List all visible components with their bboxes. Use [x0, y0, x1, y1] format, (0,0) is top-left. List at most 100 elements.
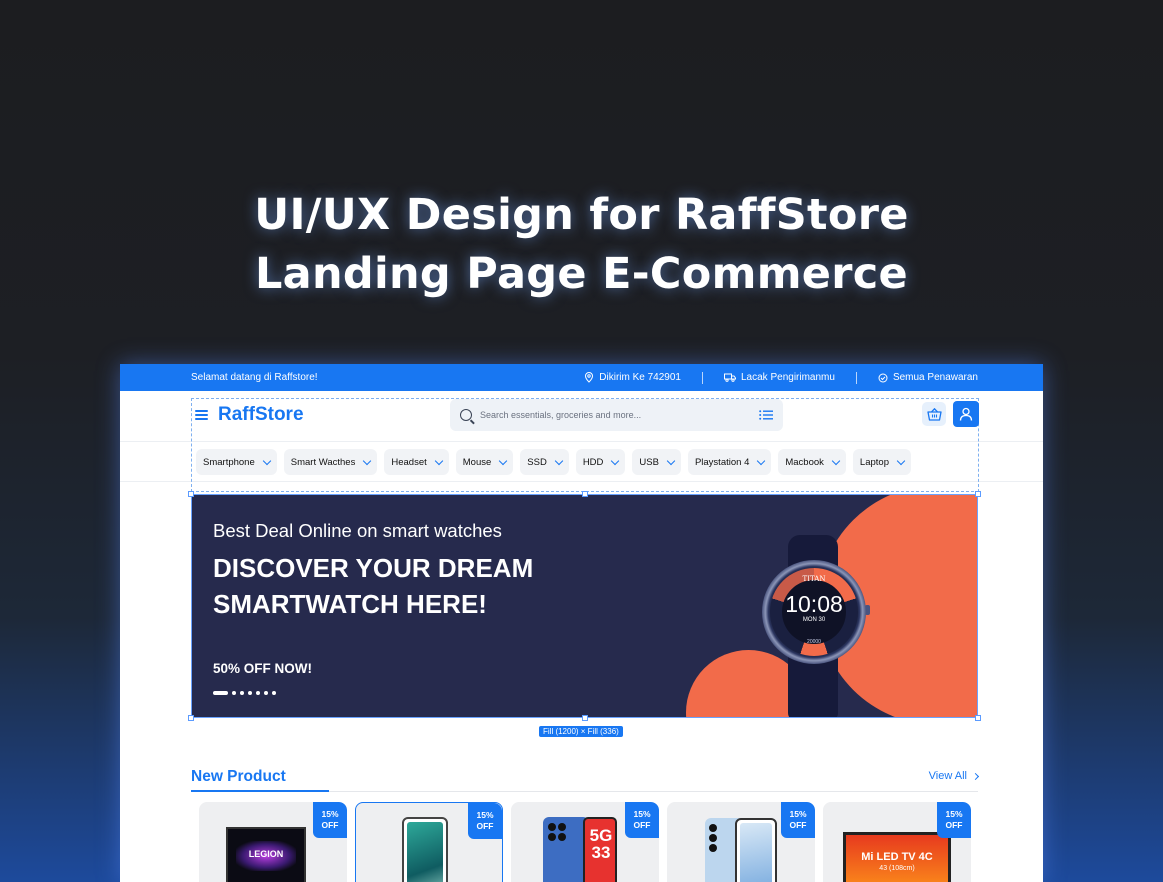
- carousel-dot[interactable]: [264, 691, 268, 695]
- discount-badge: 15% OFF: [313, 802, 347, 838]
- category-label: SSD: [527, 456, 547, 468]
- carousel-dot[interactable]: [248, 691, 252, 695]
- carousel-dot[interactable]: [272, 691, 276, 695]
- category-label: Smartphone: [203, 456, 255, 468]
- discount-badge: 15% OFF: [625, 802, 659, 838]
- product-card[interactable]: Mi LED TV 4C 43 (108cm) 15% OFF: [823, 802, 971, 882]
- watch-time-text: 10:08: [785, 591, 843, 617]
- product-card[interactable]: 15% OFF: [355, 802, 503, 882]
- discount-badge: 15% OFF: [937, 802, 971, 838]
- menu-icon[interactable]: [195, 410, 208, 420]
- category-label: Playstation 4: [694, 456, 750, 468]
- category-label: HDD: [582, 456, 604, 468]
- selection-size-label: Fill (1200) × Fill (336): [539, 726, 623, 737]
- carousel-dot[interactable]: [213, 691, 228, 695]
- brand-logo[interactable]: RaffStore: [218, 404, 304, 426]
- new-product-header: New Product View All: [191, 767, 980, 793]
- watch-brand-text: TITAN: [802, 575, 826, 583]
- category-chip[interactable]: USB: [632, 449, 681, 475]
- section-title-underline: [191, 790, 329, 792]
- banner-offer: 50% OFF NOW!: [213, 661, 313, 676]
- product-list: LEGION 15% OFF 15% OFF 5G 33 15% OFF 15%…: [199, 802, 971, 882]
- hero-title-line1: UI/UX Design for RaffStore: [254, 190, 909, 240]
- watch-steps-text: 20000: [807, 639, 821, 645]
- list-icon[interactable]: [759, 410, 773, 420]
- product-image-text: 5G 33: [589, 826, 613, 862]
- category-chip[interactable]: Playstation 4: [687, 449, 772, 475]
- top-bar: Selamat datang di Raffstore! Dikirim Ke …: [120, 364, 1043, 391]
- category-label: Headset: [391, 456, 427, 468]
- chevron-down-icon: [611, 456, 620, 465]
- selection-handle[interactable]: [582, 491, 588, 497]
- smartphone-image: [705, 818, 779, 882]
- user-icon: [959, 407, 973, 421]
- new-product-title: New Product: [191, 768, 286, 785]
- search-icon: [460, 409, 472, 421]
- top-bar-divider: [702, 371, 703, 384]
- laptop-image: LEGION: [226, 827, 306, 882]
- truck-icon: [724, 373, 736, 382]
- discount-badge: 15% OFF: [781, 802, 815, 838]
- track-order-text: Lacak Pengirimanmu: [741, 372, 835, 383]
- carousel-dot[interactable]: [232, 691, 236, 695]
- smartphone-image: [402, 817, 448, 882]
- banner-subtitle: Best Deal Online on smart watches: [213, 520, 502, 541]
- smartphone-image: 5G 33: [543, 817, 617, 882]
- product-image-text: Mi LED TV 4C: [861, 851, 933, 863]
- selection-handle[interactable]: [188, 715, 194, 721]
- product-image-subtext: 43 (108cm): [879, 865, 915, 872]
- selection-handle[interactable]: [582, 715, 588, 721]
- basket-icon: [926, 407, 942, 421]
- basket-button[interactable]: [922, 402, 946, 426]
- header-main-row: RaffStore: [192, 399, 979, 439]
- all-offers-text: Semua Penawaran: [892, 372, 978, 383]
- category-chip[interactable]: SSD: [520, 449, 569, 475]
- search-input[interactable]: [480, 410, 759, 420]
- category-chip[interactable]: Smartphone: [196, 449, 277, 475]
- hero-title-line2: Landing Page E-Commerce: [254, 249, 909, 299]
- delivery-location-text: Dikirim Ke 742901: [599, 372, 681, 383]
- category-bar: Smartphone Smart Wacthes Headset Mouse SSD HD…: [196, 449, 911, 476]
- product-card[interactable]: LEGION 15% OFF: [199, 802, 347, 882]
- all-offers-link[interactable]: Semua Penawaran: [878, 372, 978, 383]
- category-label: Macbook: [785, 456, 824, 468]
- category-chip[interactable]: Macbook: [778, 449, 846, 475]
- chevron-down-icon: [499, 456, 508, 465]
- chevron-down-icon: [363, 456, 372, 465]
- user-account-button[interactable]: [953, 401, 979, 427]
- product-card[interactable]: 5G 33 15% OFF: [511, 802, 659, 882]
- chevron-down-icon: [554, 456, 564, 465]
- tv-image: Mi LED TV 4C 43 (108cm): [843, 832, 951, 882]
- category-chip[interactable]: HDD: [575, 449, 626, 475]
- category-chip[interactable]: Smart Wacthes: [283, 449, 378, 475]
- category-chip[interactable]: Headset: [384, 449, 449, 475]
- chevron-down-icon: [434, 456, 443, 465]
- hero-banner[interactable]: Best Deal Online on smart watches DISCOV…: [191, 494, 978, 718]
- category-label: Laptop: [859, 456, 889, 468]
- hero-title: UI/UX Design for RaffStore Landing Page …: [0, 186, 1163, 304]
- carousel-dot[interactable]: [240, 691, 244, 695]
- carousel-dots: [213, 691, 276, 695]
- chevron-down-icon: [757, 456, 766, 465]
- track-order-link[interactable]: Lacak Pengirimanmu: [724, 372, 835, 383]
- view-all-label: View All: [928, 770, 967, 782]
- search-bar[interactable]: [450, 399, 783, 431]
- chevron-down-icon: [896, 456, 906, 465]
- selection-handle[interactable]: [975, 715, 981, 721]
- category-chip[interactable]: Mouse: [455, 449, 514, 475]
- carousel-dot[interactable]: [256, 691, 260, 695]
- category-chip[interactable]: Laptop: [852, 449, 911, 475]
- location-pin-icon: [585, 372, 594, 383]
- delivery-location-link[interactable]: Dikirim Ke 742901: [584, 372, 681, 383]
- discount-badge: 15% OFF: [468, 803, 502, 839]
- category-label: Mouse: [462, 456, 492, 468]
- check-circle-icon: [878, 373, 888, 382]
- view-all-link[interactable]: View All: [928, 770, 980, 782]
- category-label: USB: [639, 456, 659, 468]
- banner-title: DISCOVER YOUR DREAM SMARTWATCH HERE!: [213, 553, 534, 619]
- watch-date-text: MON 30: [802, 617, 826, 623]
- selection-handle[interactable]: [188, 491, 194, 497]
- chevron-down-icon: [262, 456, 272, 465]
- selection-handle[interactable]: [975, 491, 981, 497]
- product-card[interactable]: 15% OFF: [667, 802, 815, 882]
